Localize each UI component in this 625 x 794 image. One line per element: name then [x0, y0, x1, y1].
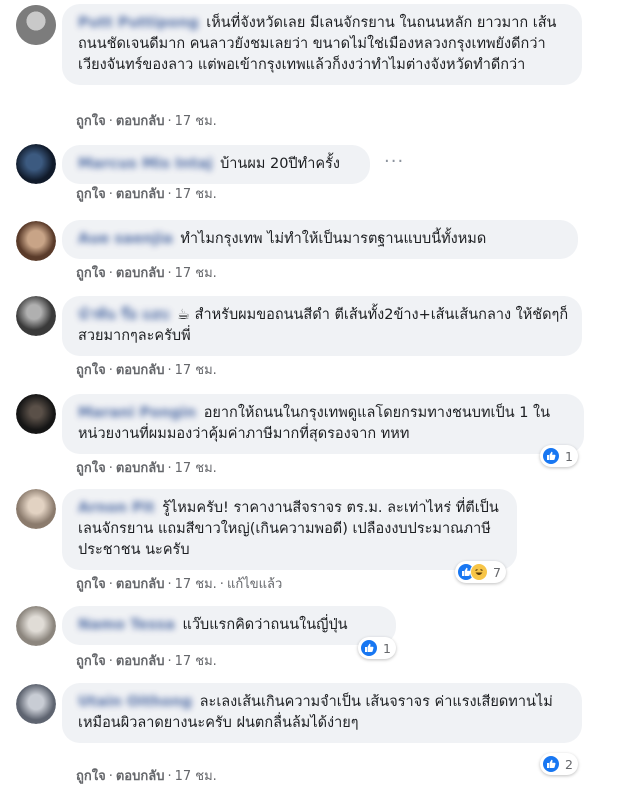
comment-bubble: นำพัน ร๊อ แอบ ☕ สำหรับผมขอถนนสีดำ ตีเส้น…	[62, 296, 582, 356]
comment-actions: ถูกใจ · ตอบกลับ · 17 ชม.	[76, 266, 217, 281]
comment-bubble: Namo Tessa แว๊บแรกคิดว่าถนนในญี่ปุ่น	[62, 606, 396, 645]
reaction-count: 7	[493, 564, 501, 580]
comment-bubble: Aue saenjia ทำไมกรุงเทพ ไม่ทำให้เป็นมารต…	[62, 220, 578, 259]
like-link[interactable]: ถูกใจ	[76, 363, 106, 378]
comment-text: ทำไมกรุงเทพ ไม่ทำให้เป็นมารตฐานแบบนี้ทั้…	[180, 231, 487, 247]
comment-author[interactable]: Putt Puttipong	[78, 15, 199, 31]
comment-bubble: Marani Pongin อยากให้ถนนในกรุงเทพดูแลโดย…	[62, 394, 584, 454]
like-reaction-icon	[542, 447, 560, 465]
comment-author[interactable]: Utain Oithong	[78, 694, 192, 710]
avatar[interactable]	[16, 221, 56, 261]
comment-actions: ถูกใจ · ตอบกลับ · 17 ชม.	[76, 654, 217, 669]
comment-text: บ้านผม 20ปีทำครั้ง	[220, 156, 340, 172]
like-link[interactable]: ถูกใจ	[76, 461, 106, 476]
edited-label[interactable]: แก้ไขแล้ว	[227, 577, 282, 592]
comment-bubble: Utain Oithong ละเลงเส้นเกินความจำเป็น เส…	[62, 683, 582, 743]
reply-link[interactable]: ตอบกลับ	[116, 114, 165, 129]
like-link[interactable]: ถูกใจ	[76, 577, 106, 592]
reply-link[interactable]: ตอบกลับ	[116, 769, 165, 784]
reactions-summary[interactable]: 1	[358, 637, 396, 659]
comment-bubble: Putt Puttipong เห็นที่จังหวัดเลย มีเลนจั…	[62, 4, 582, 85]
like-link[interactable]: ถูกใจ	[76, 769, 106, 784]
ellipsis-icon[interactable]: ···	[384, 151, 404, 172]
avatar[interactable]	[16, 684, 56, 724]
comment-author[interactable]: นำพัน ร๊อ แอบ	[78, 307, 169, 323]
comment-actions: ถูกใจ · ตอบกลับ · 17 ชม.	[76, 461, 217, 476]
avatar[interactable]	[16, 394, 56, 434]
comment-author[interactable]: Arnon Pit	[78, 500, 155, 516]
reply-link[interactable]: ตอบกลับ	[116, 266, 165, 281]
comment-actions: ถูกใจ · ตอบกลับ · 17 ชม.	[76, 114, 217, 129]
timestamp[interactable]: 17 ชม.	[175, 363, 217, 378]
reply-link[interactable]: ตอบกลับ	[116, 363, 165, 378]
comment-author[interactable]: Aue saenjia	[78, 231, 173, 247]
comment-actions: ถูกใจ · ตอบกลับ · 17 ชม.	[76, 187, 217, 202]
like-link[interactable]: ถูกใจ	[76, 114, 106, 129]
comment-actions: ถูกใจ · ตอบกลับ · 17 ชม.	[76, 363, 217, 378]
timestamp[interactable]: 17 ชม.	[175, 461, 217, 476]
haha-reaction-icon	[470, 563, 488, 581]
avatar[interactable]	[16, 5, 56, 45]
reaction-count: 1	[565, 448, 573, 464]
comment-author[interactable]: Marcus Mis Intaj	[78, 156, 212, 172]
comment-actions: ถูกใจ · ตอบกลับ · 17 ชม.	[76, 769, 217, 784]
avatar[interactable]	[16, 489, 56, 529]
timestamp[interactable]: 17 ชม.	[175, 187, 217, 202]
like-link[interactable]: ถูกใจ	[76, 266, 106, 281]
reactions-summary[interactable]: 7	[455, 561, 506, 583]
like-reaction-icon	[542, 755, 560, 773]
avatar[interactable]	[16, 144, 56, 184]
reply-link[interactable]: ตอบกลับ	[116, 187, 165, 202]
timestamp[interactable]: 17 ชม.	[175, 769, 217, 784]
comment-text: แว๊บแรกคิดว่าถนนในญี่ปุ่น	[182, 617, 348, 633]
comment-author[interactable]: Namo Tessa	[78, 617, 175, 633]
reply-link[interactable]: ตอบกลับ	[116, 577, 165, 592]
comment-actions: ถูกใจ · ตอบกลับ · 17 ชม. · แก้ไขแล้ว	[76, 577, 283, 592]
reactions-summary[interactable]: 2	[540, 753, 578, 775]
avatar[interactable]	[16, 606, 56, 646]
reply-link[interactable]: ตอบกลับ	[116, 654, 165, 669]
like-link[interactable]: ถูกใจ	[76, 654, 106, 669]
timestamp[interactable]: 17 ชม.	[175, 654, 217, 669]
comment-bubble: Arnon Pit รู้ไหมครับ! ราคางานสีจราจร ตร.…	[62, 489, 517, 570]
timestamp[interactable]: 17 ชม.	[175, 266, 217, 281]
reply-link[interactable]: ตอบกลับ	[116, 461, 165, 476]
comment-bubble: Marcus Mis Intaj บ้านผม 20ปีทำครั้ง	[62, 145, 370, 184]
reaction-count: 1	[383, 640, 391, 656]
like-reaction-icon	[360, 639, 378, 657]
avatar[interactable]	[16, 296, 56, 336]
reactions-summary[interactable]: 1	[540, 445, 578, 467]
like-link[interactable]: ถูกใจ	[76, 187, 106, 202]
comment-author[interactable]: Marani Pongin	[78, 405, 196, 421]
timestamp[interactable]: 17 ชม.	[175, 114, 217, 129]
timestamp[interactable]: 17 ชม.	[175, 577, 217, 592]
reaction-count: 2	[565, 756, 573, 772]
